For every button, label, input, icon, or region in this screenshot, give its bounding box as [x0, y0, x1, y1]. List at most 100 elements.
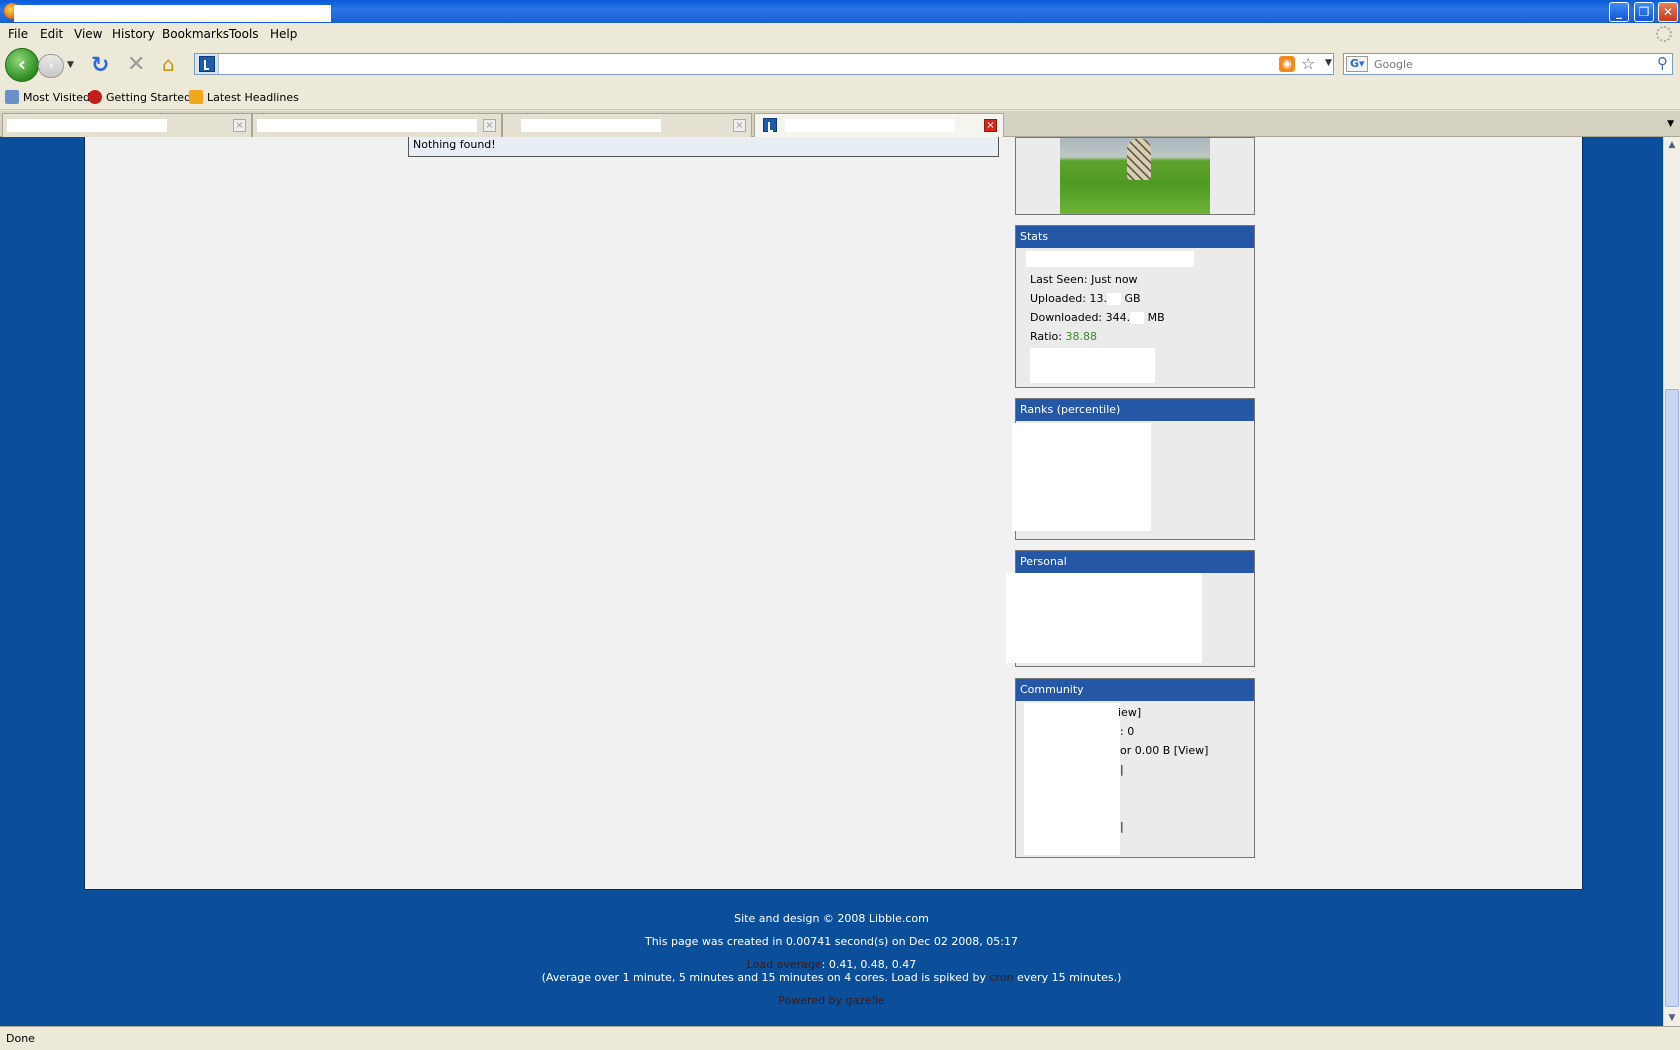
title-bar: _ ❐ ✕: [0, 0, 1680, 23]
site-identity-button[interactable]: [195, 54, 219, 74]
vertical-scrollbar[interactable]: ▲ ▼: [1663, 137, 1680, 1026]
rss-feed-icon[interactable]: ◉: [1279, 56, 1295, 72]
tab-close-icon[interactable]: ×: [233, 119, 246, 132]
back-button[interactable]: ‹: [5, 48, 39, 82]
bookmark-latest-headlines[interactable]: Latest Headlines: [189, 90, 299, 104]
tab-title-redacted: [7, 119, 167, 132]
community-line-2: : 0: [1120, 725, 1135, 738]
navigation-toolbar: ‹ › ▼ ↻ ✕ ⌂ ◉ ☆ ▼ G▾ ⚲: [0, 45, 1680, 84]
tab-1[interactable]: ×: [2, 113, 252, 137]
tab-4-active[interactable]: ×: [754, 113, 1004, 138]
avatar-panel: [1015, 137, 1255, 215]
tab-bar: × × × × ▼: [0, 111, 1680, 138]
reload-icon[interactable]: ↻: [91, 53, 109, 78]
stats-header: Stats: [1016, 226, 1254, 248]
ranks-redacted: [1012, 423, 1151, 531]
tab-close-icon[interactable]: ×: [984, 119, 997, 132]
tab-close-icon[interactable]: ×: [483, 119, 496, 132]
menu-tools[interactable]: Tools: [229, 27, 259, 41]
restore-button[interactable]: ❐: [1634, 2, 1654, 22]
menu-edit[interactable]: Edit: [40, 27, 63, 41]
menu-view[interactable]: View: [74, 27, 102, 41]
uploaded-unit: GB: [1124, 292, 1141, 305]
most-visited-icon: [5, 90, 19, 104]
content-viewport: Nothing found! Stats Last Seen: Just now…: [0, 137, 1663, 1026]
bookmark-label: Most Visited: [23, 90, 90, 104]
stats-panel: Stats Last Seen: Just now Uploaded: 13. …: [1015, 225, 1255, 388]
load-note-prefix: (Average over 1 minute, 5 minutes and 15…: [541, 971, 986, 984]
menu-history[interactable]: History: [112, 27, 155, 41]
personal-panel: Personal: [1006, 550, 1255, 667]
ranks-panel: Ranks (percentile): [1012, 398, 1255, 540]
community-line-5: |: [1120, 820, 1124, 833]
footer-load: Load average: 0.41, 0.48, 0.47: [0, 958, 1663, 971]
ratio-stat: Ratio: 38.88: [1030, 330, 1097, 343]
downloaded-value: Downloaded: 344.: [1030, 311, 1131, 324]
close-window-button[interactable]: ✕: [1658, 2, 1678, 22]
tab-list-icon[interactable]: ▼: [1667, 119, 1674, 129]
tab-favicon-icon: [763, 118, 777, 132]
community-line-3[interactable]: or 0.00 B [View]: [1120, 744, 1208, 757]
scroll-down-arrow-icon[interactable]: ▼: [1664, 1010, 1680, 1026]
search-bar: G▾ ⚲: [1343, 53, 1673, 75]
url-dropdown-icon[interactable]: ▼: [1325, 58, 1332, 68]
stats-redacted-2: [1030, 348, 1155, 383]
load-note-suffix: every 15 minutes.): [1017, 971, 1122, 984]
avatar-figure: [1127, 138, 1151, 180]
page-container: Nothing found! Stats Last Seen: Just now…: [84, 137, 1583, 890]
uploaded-stat: Uploaded: 13. GB: [1030, 292, 1141, 305]
bookmark-star-icon[interactable]: ☆: [1301, 54, 1315, 73]
history-dropdown-icon[interactable]: ▼: [67, 60, 74, 70]
downloaded-unit: MB: [1147, 311, 1165, 324]
load-average-link[interactable]: Load average: [747, 958, 822, 971]
google-engine-icon[interactable]: G▾: [1346, 56, 1368, 72]
bookmark-label: Latest Headlines: [207, 90, 299, 104]
status-bar: Done: [0, 1026, 1680, 1050]
search-result-box: Nothing found!: [408, 137, 999, 157]
ratio-value: 38.88: [1065, 330, 1097, 343]
bookmark-most-visited[interactable]: Most Visited: [5, 90, 90, 104]
window-title-redacted: [14, 5, 331, 22]
last-seen: Last Seen: Just now: [1030, 273, 1138, 286]
tab-title-redacted: [257, 119, 477, 132]
ratio-label: Ratio:: [1030, 330, 1062, 343]
user-avatar: [1060, 138, 1210, 214]
footer-powered-by[interactable]: Powered by gazelle: [0, 994, 1663, 1007]
url-bar[interactable]: ◉ ☆ ▼: [194, 53, 1334, 75]
throbber-icon: [1656, 26, 1672, 42]
status-text: Done: [6, 1032, 35, 1045]
tab-title-redacted: [785, 119, 955, 132]
menu-bar: File Edit View History Bookmarks Tools H…: [0, 23, 1680, 45]
tab-2[interactable]: ×: [252, 113, 502, 137]
home-icon[interactable]: ⌂: [162, 52, 175, 76]
search-result-text: Nothing found!: [413, 138, 496, 151]
forward-button[interactable]: ›: [38, 54, 64, 78]
uploaded-value: Uploaded: 13.: [1030, 292, 1107, 305]
community-header: Community: [1016, 679, 1254, 701]
menu-bookmarks[interactable]: Bookmarks: [162, 27, 229, 41]
cron-link[interactable]: cron: [989, 971, 1013, 984]
personal-redacted: [1006, 573, 1202, 663]
tab-3[interactable]: ×: [502, 113, 752, 137]
community-redacted: [1024, 703, 1120, 855]
community-line-4: |: [1120, 763, 1124, 776]
minimize-button[interactable]: _: [1609, 2, 1629, 22]
site-favicon-icon: [199, 56, 215, 72]
scroll-thumb[interactable]: [1665, 389, 1679, 1007]
menu-file[interactable]: File: [8, 27, 28, 41]
tab-close-icon[interactable]: ×: [733, 119, 746, 132]
scroll-up-arrow-icon[interactable]: ▲: [1664, 137, 1680, 153]
footer-created: This page was created in 0.00741 second(…: [644, 935, 1019, 948]
search-input[interactable]: [1374, 56, 1634, 72]
bookmark-getting-started[interactable]: Getting Started: [88, 90, 191, 104]
personal-header: Personal: [1016, 551, 1254, 573]
bookmarks-toolbar: Most Visited Getting Started Latest Head…: [0, 84, 1680, 110]
stop-icon[interactable]: ✕: [127, 52, 145, 77]
menu-help[interactable]: Help: [270, 27, 297, 41]
downloaded-stat: Downloaded: 344. MB: [1030, 311, 1165, 324]
community-line-1[interactable]: iew]: [1118, 706, 1141, 719]
community-panel: Community iew] : 0 or 0.00 B [View] | |: [1015, 678, 1255, 858]
search-magnifier-icon[interactable]: ⚲: [1657, 54, 1668, 72]
ranks-header: Ranks (percentile): [1016, 399, 1254, 421]
bookmark-label: Getting Started: [106, 90, 192, 104]
